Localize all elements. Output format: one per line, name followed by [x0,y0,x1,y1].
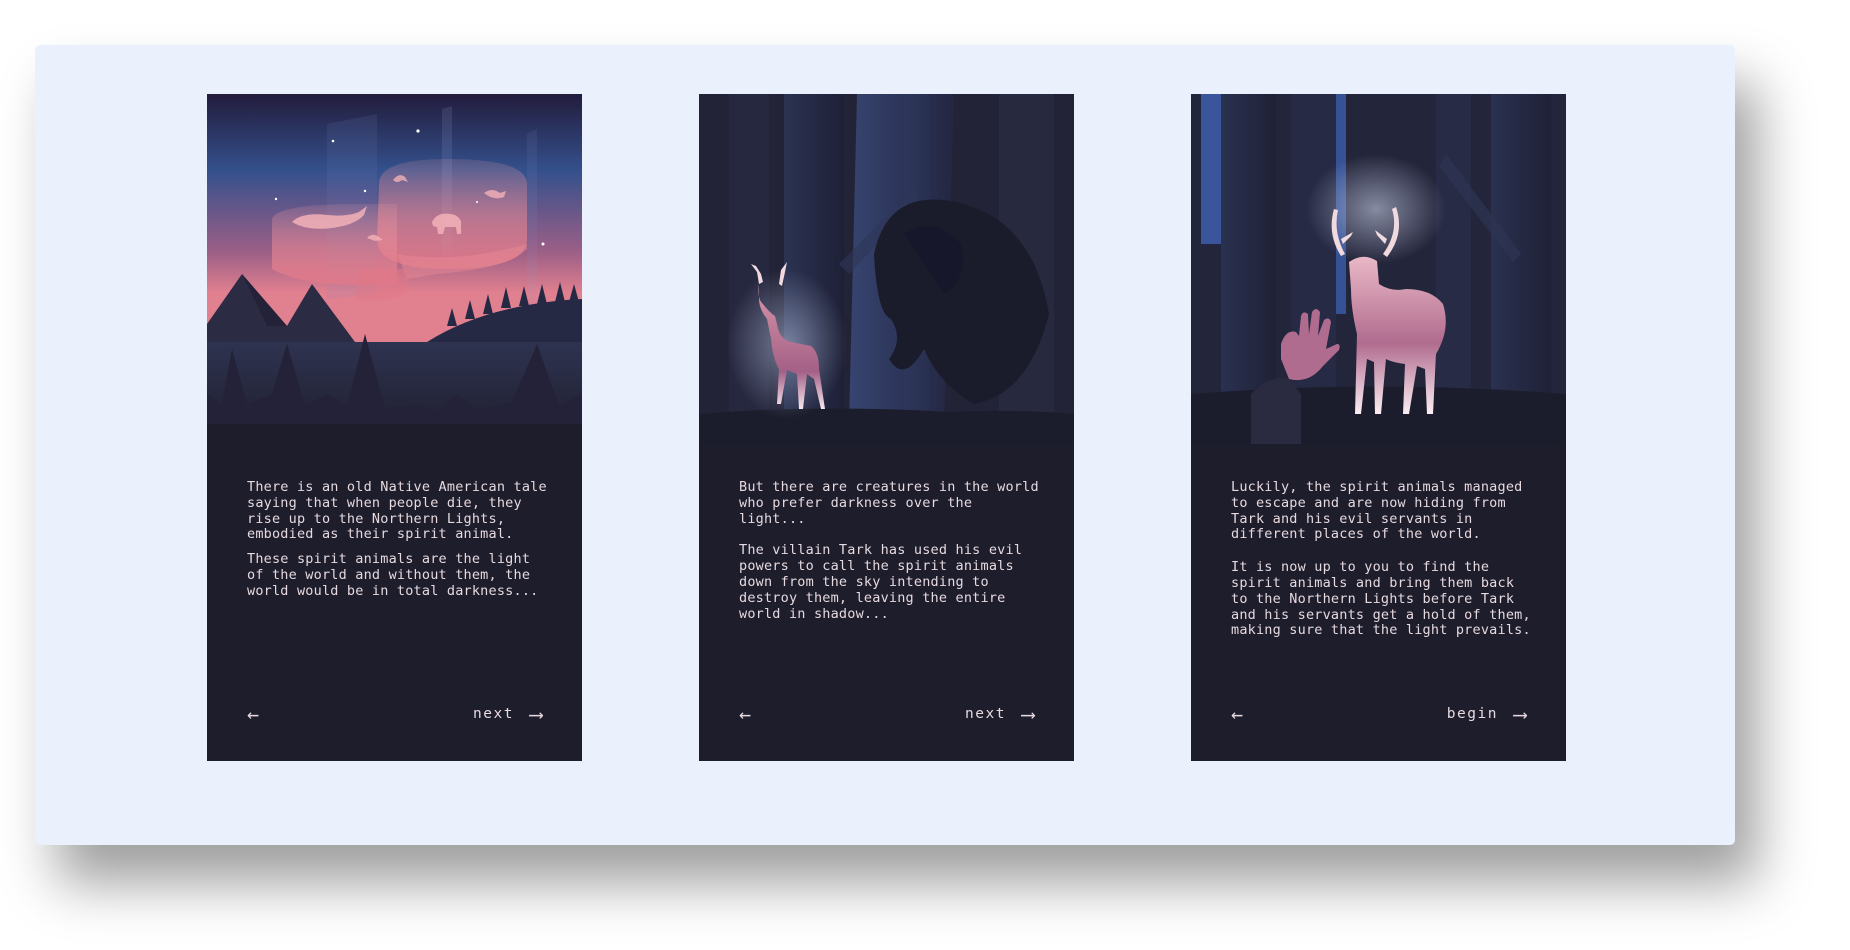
forward-arrow-icon: ⟶ [529,702,542,726]
back-arrow-icon[interactable]: ← [247,702,259,726]
card-navigation: ← begin ⟶ [1231,702,1526,726]
begin-button[interactable]: begin ⟶ [1447,702,1526,726]
story-paragraph-2: It is now up to you to find the spirit a… [1231,559,1540,639]
story-card-3: Luckily, the spirit animals managed to e… [1191,94,1566,761]
back-arrow-icon[interactable]: ← [739,702,751,726]
card-navigation: ← next ⟶ [739,702,1034,726]
forward-arrow-icon: ⟶ [1021,702,1034,726]
forest-deer-illustration [699,94,1074,444]
next-button[interactable]: next ⟶ [473,702,542,726]
card-navigation: ← next ⟶ [247,702,542,726]
story-card-2: But there are creatures in the world who… [699,94,1074,761]
story-paragraph-2: The villain Tark has used his evil power… [739,542,1031,622]
story-paragraph-1: Luckily, the spirit animals managed to e… [1231,479,1531,543]
story-paragraph-1: There is an old Native American tale say… [247,479,564,543]
presentation-board: There is an old Native American tale say… [35,45,1735,845]
aurora-illustration [207,94,582,444]
next-button-label: next [965,706,1006,722]
back-arrow-icon[interactable]: ← [1231,702,1243,726]
story-text: Luckily, the spirit animals managed to e… [1231,479,1540,648]
hand-and-deer-illustration [1191,94,1566,444]
story-text: But there are creatures in the world who… [739,479,1048,638]
next-button[interactable]: next ⟶ [965,702,1034,726]
begin-button-label: begin [1446,706,1498,722]
story-text: There is an old Native American tale say… [247,479,564,609]
forward-arrow-icon: ⟶ [1513,702,1526,726]
next-button-label: next [473,706,514,722]
story-paragraph-2: These spirit animals are the light of th… [247,551,539,599]
story-paragraph-1: But there are creatures in the world who… [739,479,1048,527]
story-card-1: There is an old Native American tale say… [207,94,582,761]
